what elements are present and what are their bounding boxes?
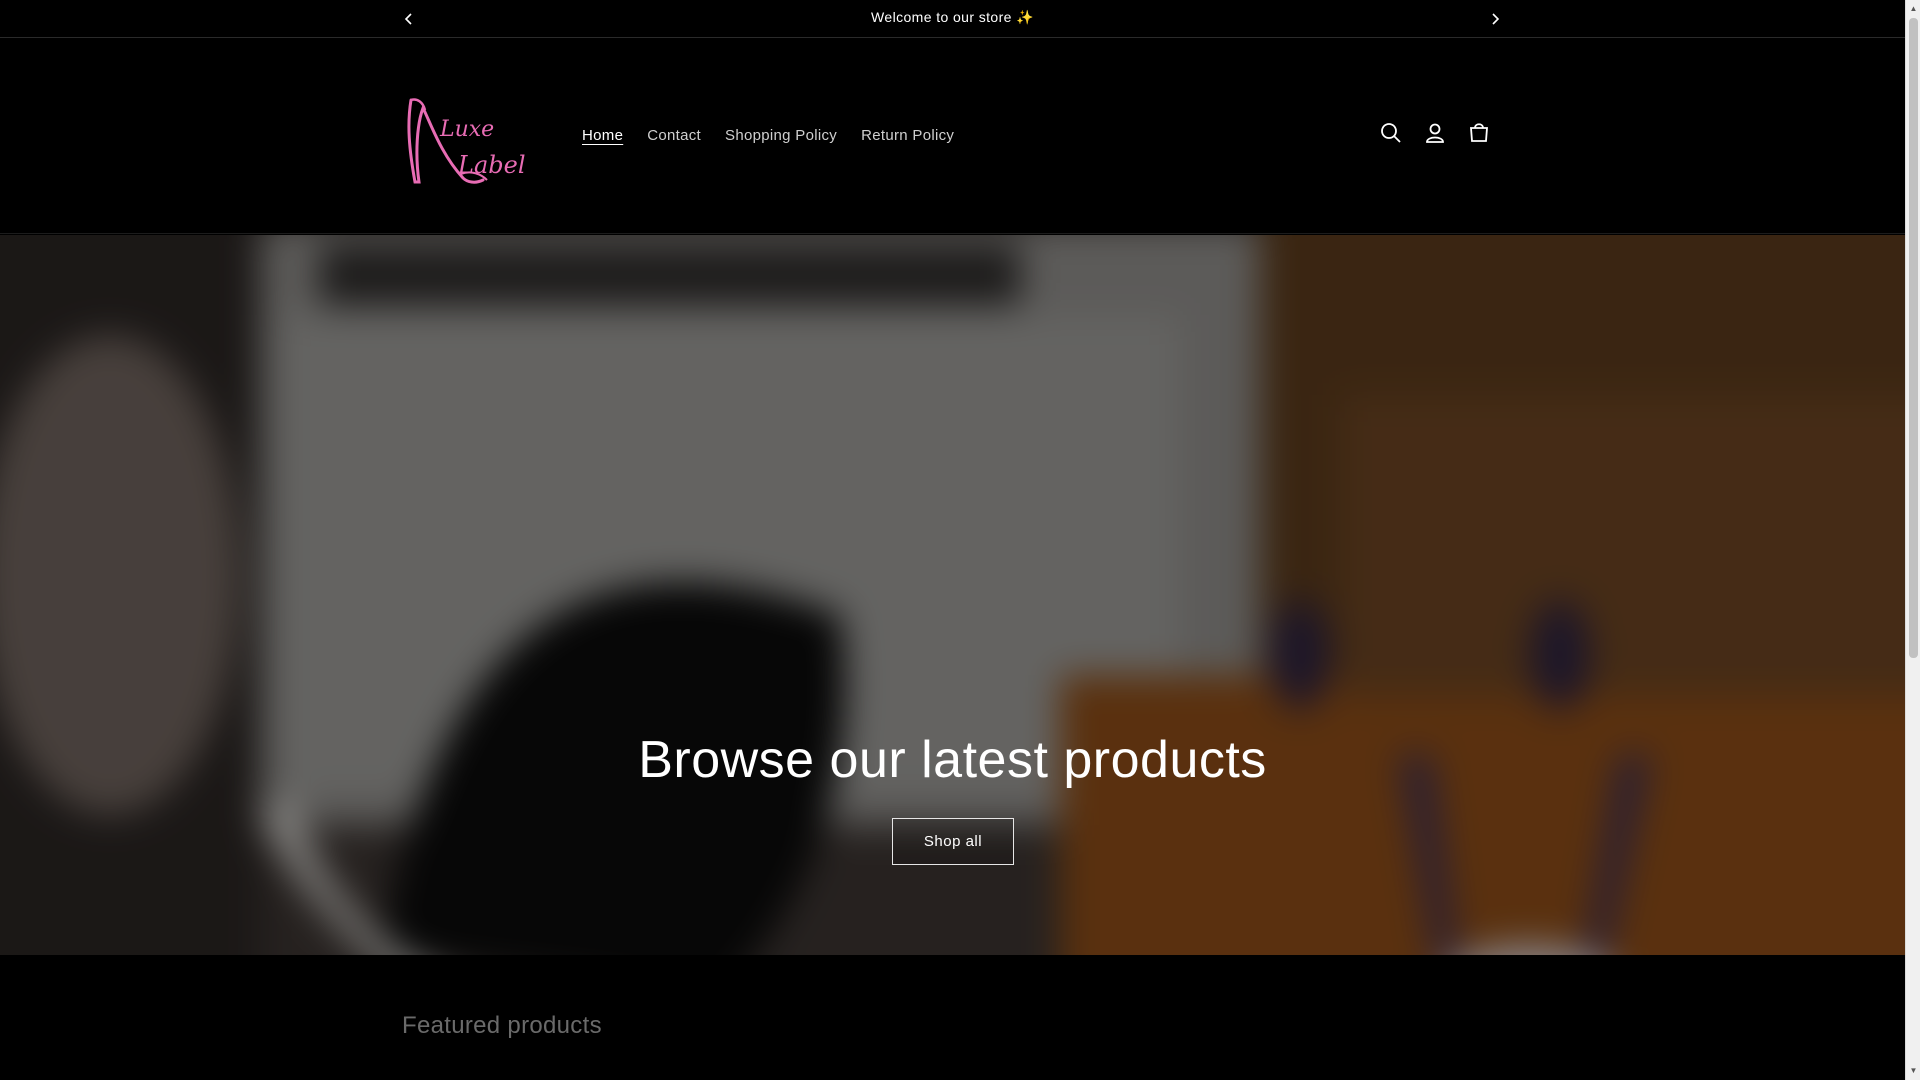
announcement-bar: Welcome to our store ✨: [0, 0, 1905, 38]
account-icon[interactable]: [1422, 120, 1448, 146]
nav-return-policy[interactable]: Return Policy: [849, 127, 966, 144]
hero-banner: Browse our latest products Shop all: [0, 235, 1905, 955]
page: Welcome to our store ✨ Luxe Label Home C…: [0, 0, 1905, 1080]
site-header: Luxe Label Home Contact Shopping Policy …: [0, 39, 1905, 234]
main-nav: Home Contact Shopping Policy Return Poli…: [570, 127, 966, 144]
nav-shopping-policy[interactable]: Shopping Policy: [713, 127, 849, 144]
scroll-down-icon[interactable]: ▼: [1909, 1066, 1918, 1075]
logo-text-luxe: Luxe: [440, 117, 495, 142]
hero-title: Browse our latest products: [638, 731, 1267, 789]
featured-products-heading: Featured products: [402, 1012, 602, 1039]
logo-text-label: Label: [458, 151, 526, 179]
search-icon[interactable]: [1378, 120, 1404, 146]
header-icons: [1378, 120, 1492, 146]
announcement-message: Welcome to our store ✨: [871, 9, 1034, 25]
shop-all-button[interactable]: Shop all: [892, 818, 1014, 865]
cart-icon[interactable]: [1466, 120, 1492, 146]
nav-contact[interactable]: Contact: [635, 127, 713, 144]
scroll-up-icon[interactable]: ▲: [1909, 4, 1918, 13]
page-scrollbar[interactable]: ▲ ▼: [1905, 0, 1920, 1080]
scrollbar-thumb[interactable]: [1909, 18, 1918, 658]
nav-home[interactable]: Home: [570, 127, 635, 144]
chevron-right-icon[interactable]: [1484, 8, 1506, 30]
